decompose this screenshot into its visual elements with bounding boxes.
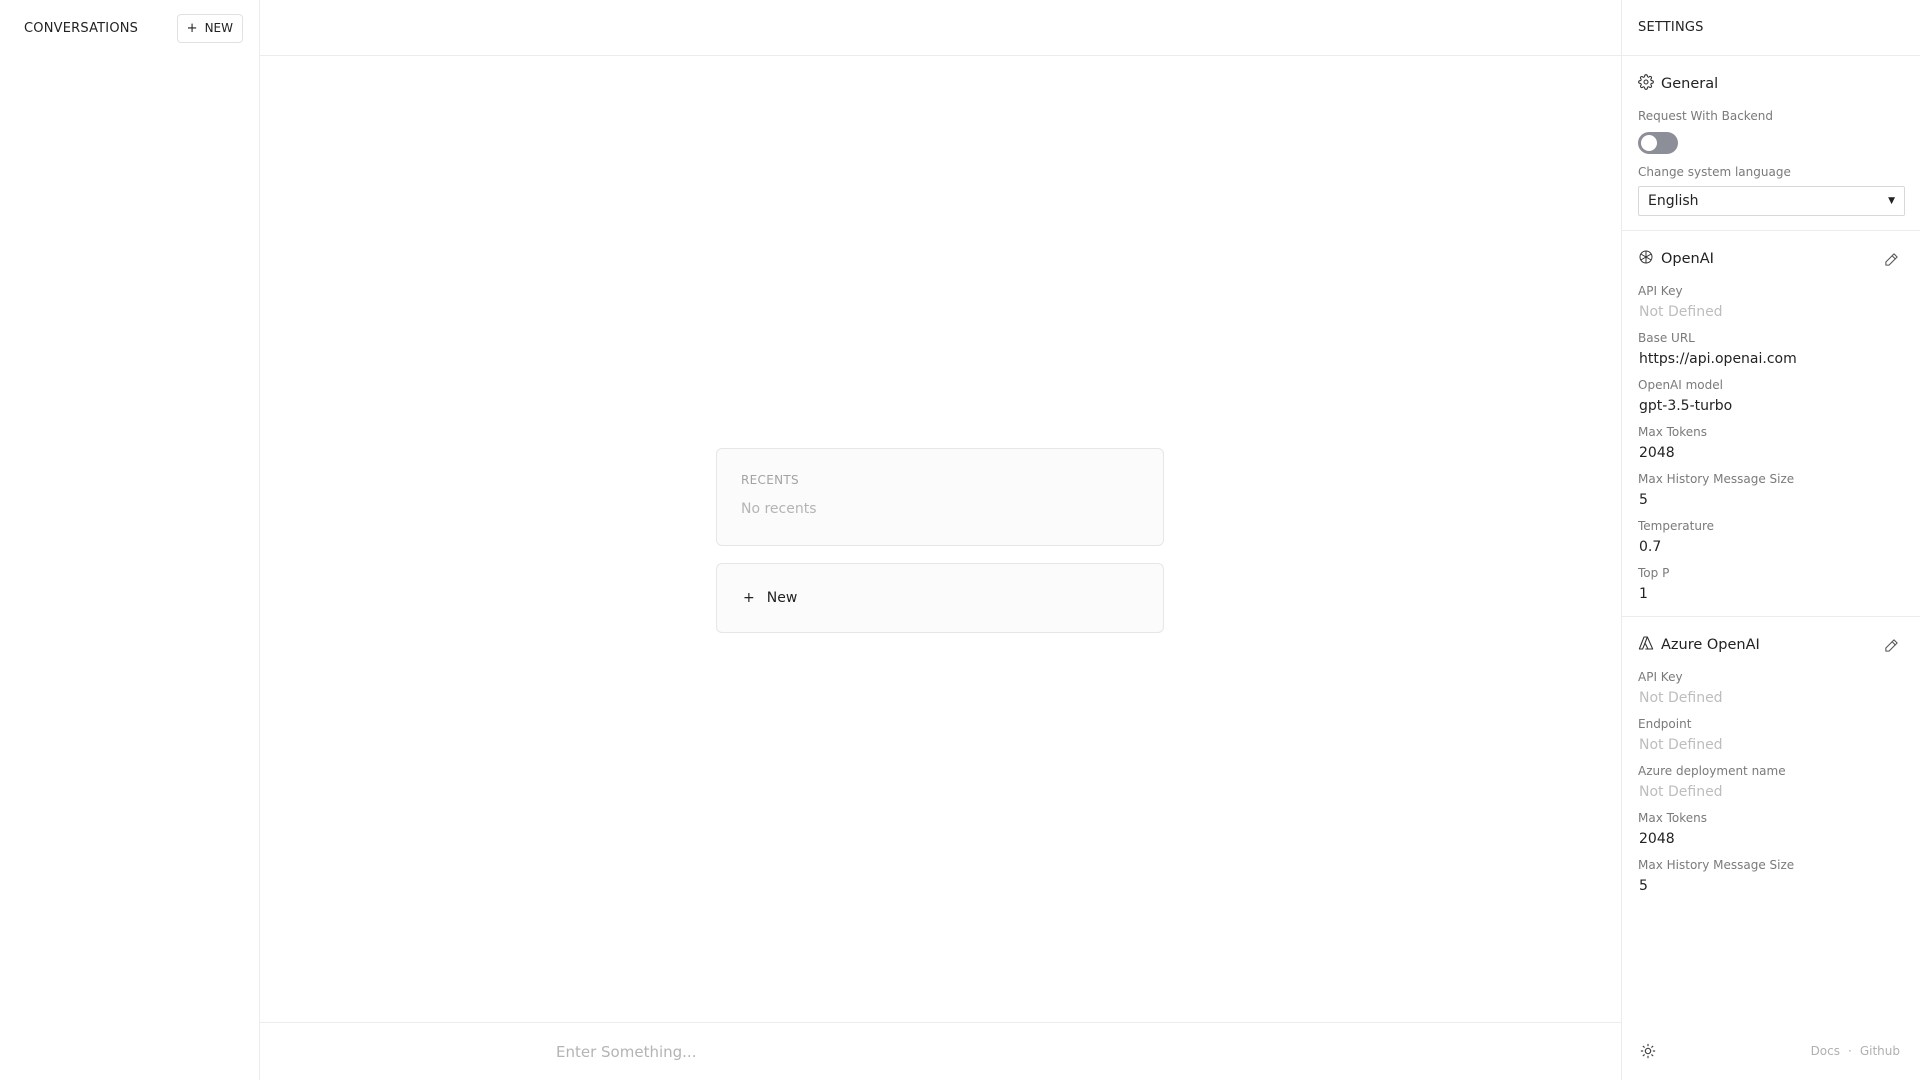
openai-header: OpenAI (1638, 245, 1904, 273)
general-section: General Request With Backend Change syst… (1622, 56, 1920, 231)
chat-input[interactable] (556, 1031, 1356, 1072)
welcome-panel: RECENTS No recents + New (716, 448, 1164, 633)
settings-scroll-area[interactable]: General Request With Backend Change syst… (1622, 56, 1920, 1022)
new-conversation-card[interactable]: + New (716, 563, 1164, 633)
setting-field-value: 2048 (1639, 445, 1675, 461)
setting-field-label: Top P (1638, 566, 1670, 580)
general-header: General (1638, 70, 1904, 98)
new-conversation-card-label: New (766, 590, 798, 606)
setting-field-value: Not Defined (1639, 690, 1723, 706)
setting-field-value: gpt-3.5-turbo (1639, 398, 1733, 414)
footer-links: Docs · Github (1811, 1044, 1900, 1058)
toggle-knob (1641, 135, 1657, 151)
settings-title: SETTINGS (1622, 0, 1920, 56)
docs-link[interactable]: Docs (1811, 1044, 1840, 1058)
setting-field-label: Max History Message Size (1638, 472, 1795, 486)
sun-icon[interactable] (1640, 1042, 1658, 1060)
sidebar-title: CONVERSATIONS (24, 20, 139, 36)
setting-field-value: 0.7 (1639, 539, 1662, 555)
azure-fields: API Key Not Defined Endpoint Not Defined Azu… (1638, 670, 1904, 894)
setting-field-value: 1 (1639, 586, 1648, 602)
setting-field-label: Temperature (1638, 519, 1715, 533)
setting-field-label: API Key (1638, 670, 1683, 684)
plus-icon: + (743, 590, 755, 606)
settings-footer: Docs · Github (1622, 1022, 1920, 1080)
new-conversation-button[interactable]: + NEW (176, 13, 243, 43)
setting-field-value: Not Defined (1639, 304, 1723, 320)
gear-icon (1638, 74, 1654, 94)
azure-logo-icon (1638, 635, 1654, 655)
github-link[interactable]: Github (1860, 1044, 1900, 1058)
setting-field-label: Azure deployment name (1638, 764, 1786, 778)
chat-input-bar (260, 1022, 1621, 1080)
azure-section: Azure OpenAI API Key Not Defined Endpoint N… (1622, 617, 1920, 908)
plus-icon: + (186, 20, 198, 36)
recents-title: RECENTS (741, 473, 799, 487)
language-label: Change system language (1638, 165, 1791, 179)
recents-empty-text: No recents (741, 501, 817, 517)
language-select-value: English (1648, 193, 1699, 209)
setting-field-label: Max Tokens (1638, 811, 1708, 825)
setting-field-value: 2048 (1639, 831, 1675, 847)
general-title: General (1661, 76, 1719, 92)
setting-field-value: Not Defined (1639, 737, 1723, 753)
setting-field-value: 5 (1639, 878, 1648, 894)
setting-field-label: API Key (1638, 284, 1683, 298)
setting-field-value: https://api.openai.com (1639, 351, 1797, 367)
azure-header: Azure OpenAI (1638, 631, 1904, 659)
language-select[interactable]: English ▼ (1638, 186, 1905, 216)
request-backend-label: Request With Backend (1638, 109, 1773, 123)
openai-section: OpenAI API Key Not Defined Base URL https:/… (1622, 231, 1920, 617)
setting-field-label: OpenAI model (1638, 378, 1723, 392)
openai-title: OpenAI (1661, 251, 1714, 267)
openai-edit-pencil-icon[interactable] (1882, 250, 1900, 268)
settings-panel: SETTINGS General Request With Backend Ch… (1621, 0, 1920, 1080)
sidebar-header: CONVERSATIONS + NEW (0, 0, 259, 56)
azure-title: Azure OpenAI (1661, 637, 1760, 653)
caret-down-icon: ▼ (1888, 196, 1895, 206)
main-topbar (260, 0, 1621, 56)
setting-field-label: Base URL (1638, 331, 1695, 345)
setting-field-value: 5 (1639, 492, 1648, 508)
new-conversation-label: NEW (204, 21, 233, 35)
conversations-sidebar: CONVERSATIONS + NEW (0, 0, 260, 1080)
setting-field-label: Max Tokens (1638, 425, 1708, 439)
azure-edit-pencil-icon[interactable] (1882, 636, 1900, 654)
footer-separator: · (1848, 1044, 1852, 1058)
openai-fields: API Key Not Defined Base URL https://api.op… (1638, 284, 1904, 602)
setting-field-label: Endpoint (1638, 717, 1692, 731)
recents-card: RECENTS No recents (716, 448, 1164, 546)
request-backend-toggle[interactable] (1638, 132, 1678, 154)
openai-logo-icon (1638, 249, 1654, 269)
setting-field-value: Not Defined (1639, 784, 1723, 800)
setting-field-label: Max History Message Size (1638, 858, 1795, 872)
main-area: RECENTS No recents + New (260, 0, 1621, 1080)
